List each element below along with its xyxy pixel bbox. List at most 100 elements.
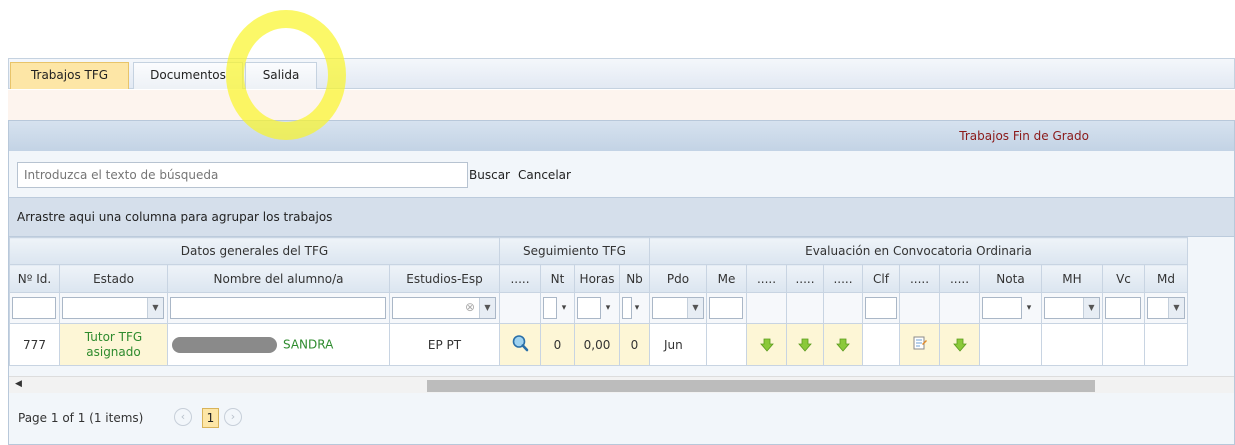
clear-icon[interactable]: ⊗ <box>465 300 475 314</box>
col-header[interactable]: Estado <box>59 264 168 293</box>
filter-vc-input[interactable] <box>1105 297 1141 319</box>
group-panel[interactable]: Arrastre aqui una columna para agrupar l… <box>9 197 1234 237</box>
filter-nota-input[interactable] <box>982 297 1022 319</box>
tab-bar: Trabajos TFG Documentos Salida <box>8 58 1235 89</box>
chevron-down-icon[interactable]: ▼ <box>1168 298 1184 318</box>
grid-titlebar: Trabajos Fin de Grado <box>9 121 1234 151</box>
search-button[interactable]: Buscar <box>469 168 510 182</box>
group-header-seguimiento: Seguimiento TFG <box>499 237 650 265</box>
cell-nb: 0 <box>619 323 650 366</box>
cell-me <box>706 323 747 366</box>
filter-id-input[interactable] <box>12 297 56 319</box>
col-header[interactable]: Nota <box>979 264 1042 293</box>
pager: Page 1 of 1 (1 items) ‹ 1 › <box>9 394 1234 444</box>
cell-mh <box>1041 323 1103 366</box>
cell-md <box>1144 323 1188 366</box>
filter-pin-icon[interactable]: ▾ <box>1022 303 1036 313</box>
col-header[interactable]: Pdo <box>649 264 707 293</box>
current-page-button[interactable]: 1 <box>202 408 219 428</box>
col-header[interactable]: ..... <box>499 264 541 293</box>
col-header[interactable]: Nombre del alumno/a <box>167 264 390 293</box>
col-header[interactable]: Me <box>706 264 747 293</box>
grid-title: Trabajos Fin de Grado <box>959 129 1089 143</box>
filter-nb-input[interactable] <box>622 297 632 319</box>
search-row: Buscar Cancelar <box>9 151 1234 197</box>
filter-estado-select[interactable]: ▼ <box>62 297 164 319</box>
cell-estado: Tutor TFG asignado <box>59 323 168 366</box>
filter-estudios-select[interactable]: ⊗ ▼ <box>392 297 496 319</box>
col-header[interactable]: Clf <box>862 264 900 293</box>
cell-pdo: Jun <box>649 323 707 366</box>
col-header[interactable]: ..... <box>786 264 824 293</box>
redacted-name <box>172 336 277 353</box>
filter-nt-input[interactable] <box>543 297 557 319</box>
chevron-down-icon[interactable]: ▼ <box>479 298 495 318</box>
col-header[interactable]: Estudios-Esp <box>389 264 500 293</box>
cell-eval-4[interactable] <box>899 323 940 366</box>
tab-salida[interactable]: Salida <box>245 62 317 89</box>
cell-nombre: SANDRA <box>167 323 390 366</box>
cell-nota <box>979 323 1042 366</box>
cell-nt: 0 <box>540 323 575 366</box>
cell-eval-2[interactable] <box>786 323 824 366</box>
group-hint: Arrastre aqui una columna para agrupar l… <box>17 210 333 224</box>
col-header[interactable]: MH <box>1041 264 1103 293</box>
chevron-down-icon[interactable]: ▼ <box>1083 298 1099 318</box>
cell-estudios: EP PT <box>389 323 500 366</box>
chevron-down-icon[interactable]: ▼ <box>687 298 703 318</box>
col-header[interactable]: ..... <box>899 264 940 293</box>
download-arrow-icon[interactable] <box>836 338 850 352</box>
cancel-button[interactable]: Cancelar <box>518 168 571 182</box>
filter-pin-icon[interactable]: ▾ <box>601 303 615 313</box>
col-header[interactable]: ..... <box>746 264 787 293</box>
cell-eval-1[interactable] <box>746 323 787 366</box>
next-page-icon[interactable]: › <box>224 408 242 426</box>
scroll-left-icon[interactable]: ◀ <box>15 379 22 389</box>
group-header-datos: Datos generales del TFG <box>9 237 500 265</box>
filter-horas-input[interactable] <box>577 297 601 319</box>
magnifier-icon[interactable] <box>511 334 529 352</box>
estado-line: asignado <box>86 344 141 359</box>
filter-md-select[interactable]: ▼ <box>1147 297 1185 319</box>
table-row[interactable]: 777 Tutor TFG asignado SANDRA EP PT 0 0,… <box>9 323 1188 366</box>
cell-eval-5[interactable] <box>939 323 980 366</box>
col-header[interactable]: ..... <box>939 264 980 293</box>
tab-trabajos-tfg[interactable]: Trabajos TFG <box>10 62 129 89</box>
download-arrow-icon[interactable] <box>759 338 774 352</box>
col-header[interactable]: ..... <box>823 264 863 293</box>
horizontal-scrollbar[interactable]: ◀ <box>9 376 1234 393</box>
filter-mh-select[interactable]: ▼ <box>1044 297 1100 319</box>
filter-pin-icon[interactable]: ▾ <box>557 303 571 313</box>
student-name: SANDRA <box>283 337 334 351</box>
col-header[interactable]: Nt <box>540 264 575 293</box>
edit-document-icon[interactable] <box>912 335 928 351</box>
cell-eval-3[interactable] <box>823 323 863 366</box>
cell-seguimiento[interactable] <box>499 323 541 366</box>
col-header[interactable]: Horas <box>574 264 620 293</box>
col-header[interactable]: Md <box>1144 264 1188 293</box>
download-arrow-icon[interactable] <box>798 338 812 352</box>
cell-horas: 0,00 <box>574 323 620 366</box>
estado-line: Tutor TFG <box>84 329 143 344</box>
filter-clf-input[interactable] <box>865 297 897 319</box>
cell-vc <box>1102 323 1145 366</box>
prev-page-icon[interactable]: ‹ <box>174 408 192 426</box>
scrollbar-thumb[interactable] <box>427 380 1095 392</box>
col-header[interactable]: Vc <box>1102 264 1145 293</box>
download-arrow-icon[interactable] <box>952 338 967 352</box>
cell-id: 777 <box>9 323 60 366</box>
filter-me-input[interactable] <box>709 297 743 319</box>
tab-documentos[interactable]: Documentos <box>133 62 243 89</box>
col-header[interactable]: Nb <box>619 264 650 293</box>
filter-nombre-input[interactable] <box>170 297 386 319</box>
filter-pin-icon[interactable]: ▾ <box>632 303 642 313</box>
cell-clf <box>862 323 900 366</box>
chevron-down-icon[interactable]: ▼ <box>147 298 163 318</box>
filter-row: ▼ ⊗ ▼ ▾ ▾ ▾ ▼ ▾ ▼ ▼ <box>9 292 1188 324</box>
col-header[interactable]: Nº Id. <box>9 264 60 293</box>
filter-pdo-select[interactable]: ▼ <box>652 297 704 319</box>
trabajos-grid: Trabajos Fin de Grado Buscar Cancelar Ar… <box>8 120 1235 445</box>
search-input[interactable] <box>17 162 468 188</box>
pager-summary: Page 1 of 1 (1 items) <box>18 411 144 425</box>
group-header-evaluacion: Evaluación en Convocatoria Ordinaria <box>649 237 1188 265</box>
